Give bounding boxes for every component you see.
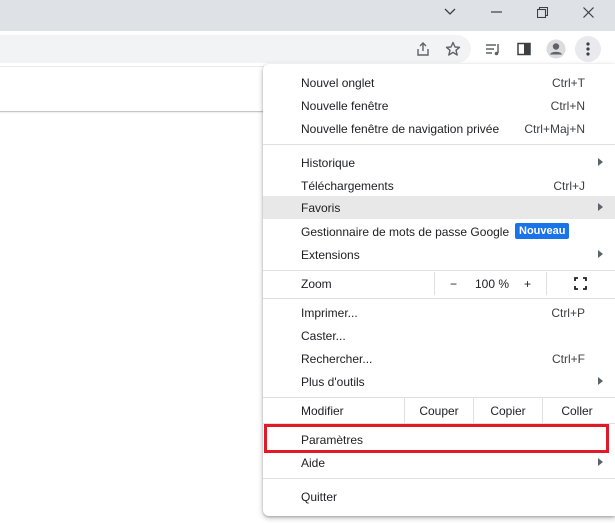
zoom-out-label: − [450,277,458,291]
edit-label: Modifier [301,404,344,418]
menu-item-password-manager[interactable]: Gestionnaire de mots de passe Google Nou… [263,220,615,243]
menu-item-label: Imprimer... [301,306,358,320]
menu-separator [263,478,615,479]
title-bar [0,0,615,31]
profile-icon [546,39,566,59]
menu-item-label: Caster... [301,329,346,343]
paste-button[interactable]: Coller [542,398,611,423]
copy-button[interactable]: Copier [473,398,542,423]
restore-button[interactable] [519,0,565,24]
side-panel-button[interactable] [511,36,537,62]
menu-item-cast[interactable]: Caster... [263,324,615,347]
submenu-arrow-icon [598,203,603,211]
submenu-arrow-icon [598,158,603,166]
settings-highlight-outline [264,424,609,453]
profile-button[interactable] [543,36,569,62]
share-button[interactable] [410,36,436,62]
paste-label: Coller [561,403,593,418]
minimize-button[interactable] [427,0,473,24]
menu-item-label: Favoris [301,201,341,215]
zoom-in-button[interactable]: + [524,277,531,291]
menu-item-label: Aide [301,456,326,470]
chevron-down-icon [444,8,456,15]
restore-window-icon [536,6,548,18]
menu-item-shortcut: Ctrl+Maj+N [524,122,585,136]
reading-list-icon [486,44,499,56]
new-badge: Nouveau [515,223,570,239]
menu-item-print[interactable]: Imprimer... Ctrl+P [263,301,615,324]
fullscreen-button[interactable] [546,272,615,295]
menu-item-extensions[interactable]: Extensions [263,243,615,266]
menu-item-label: Nouvelle fenêtre de navigation privée [301,122,500,136]
browser-toolbar [0,31,615,67]
zoom-out-button[interactable]: − [434,272,473,295]
cut-button[interactable]: Couper [404,398,473,423]
cut-label: Couper [419,403,459,418]
menu-item-label: Historique [301,156,356,170]
address-bar[interactable] [0,35,471,63]
menu-item-shortcut: Ctrl+J [553,179,585,193]
menu-item-find[interactable]: Rechercher... Ctrl+F [263,347,615,370]
menu-item-help[interactable]: Aide [263,451,615,474]
copy-label: Copier [490,403,526,418]
minimize-window-button[interactable] [473,0,519,24]
menu-item-quit[interactable]: Quitter [263,485,615,508]
menu-item-downloads[interactable]: Téléchargements Ctrl+J [263,174,615,197]
menu-item-shortcut: Ctrl+P [551,306,585,320]
menu-separator [263,298,615,299]
menu-separator [263,270,615,271]
minimize-icon [490,11,502,13]
menu-item-shortcut: Ctrl+N [550,99,585,113]
zoom-row: Zoom − 100 % + [263,272,615,295]
reading-list-button[interactable] [480,36,506,62]
kebab-menu-icon [586,42,590,56]
submenu-arrow-icon [598,250,603,258]
menu-item-label: Rechercher... [301,352,373,366]
zoom-level: 100 % [475,277,510,291]
side-panel-icon [517,42,531,56]
share-icon [417,42,429,56]
menu-item-label: Téléchargements [301,179,394,193]
menu-item-more-tools[interactable]: Plus d'outils [263,370,615,393]
submenu-arrow-icon [598,458,603,466]
menu-item-label: Quitter [301,490,338,504]
menu-item-new-incognito-window[interactable]: Nouvelle fenêtre de navigation privée Ct… [263,117,615,140]
menu-item-label: Gestionnaire de mots de passe Google [301,225,510,239]
bookmark-star-button[interactable] [440,36,466,62]
star-icon [445,41,461,56]
menu-separator [263,144,615,145]
submenu-arrow-icon [598,377,603,385]
menu-item-shortcut: Ctrl+T [552,76,585,90]
menu-item-new-window[interactable]: Nouvelle fenêtre Ctrl+N [263,94,615,117]
menu-item-label: Extensions [301,248,360,262]
chrome-menu-button[interactable] [575,36,601,62]
page-header-strip [0,67,270,112]
menu-item-new-tab[interactable]: Nouvel onglet Ctrl+T [263,71,615,94]
menu-item-bookmarks[interactable]: Favoris [263,196,615,219]
menu-item-label: Plus d'outils [301,375,365,389]
menu-item-shortcut: Ctrl+F [552,352,585,366]
zoom-label: Zoom [301,277,332,291]
close-icon [582,6,594,18]
close-window-button[interactable] [565,0,611,24]
menu-item-history[interactable]: Historique [263,151,615,174]
menu-item-label: Nouvelle fenêtre [301,99,389,113]
edit-row: Modifier Couper Copier Coller [263,398,615,423]
fullscreen-icon [574,277,587,290]
menu-item-label: Nouvel onglet [301,76,375,90]
